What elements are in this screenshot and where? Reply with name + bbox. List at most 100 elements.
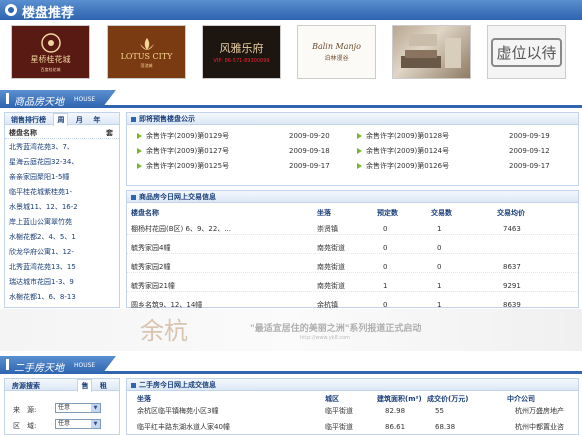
table-row: 余杭区临平镇梅苑小区3幢 临平街道 82.98 55 杭州万盛房地产 bbox=[127, 405, 578, 417]
rank-item-name[interactable]: 水景城11、12、16-2 bbox=[9, 203, 78, 211]
second-cell[interactable]: 临平红丰路东湖水道人家40幢 bbox=[137, 421, 230, 433]
second-trade-panel: 二手房今日网上成交信息 坐落 城区 建筑面积(m²) 成交价(万元) 中介公司 余杭区临平… bbox=[126, 378, 579, 435]
rank-item-name[interactable]: 北秀蓝湾花苑13、15 bbox=[9, 263, 76, 271]
logo-placeholder[interactable]: 虚位以待 bbox=[487, 25, 566, 79]
tab-sale[interactable]: 售 bbox=[77, 379, 93, 392]
house-icon bbox=[5, 4, 17, 16]
trade-cell: 8637 bbox=[503, 263, 521, 271]
rank-item[interactable]: 北秀蓝湾花苑13、15 bbox=[9, 261, 117, 273]
presale-item[interactable]: 余售许字(2009)第0126号 bbox=[357, 160, 449, 172]
trade-header-row: 楼盘名称 坐落 预定数 交易数 交易均价 bbox=[127, 207, 580, 219]
trade-cell: 7463 bbox=[503, 225, 521, 233]
rank-item[interactable]: 临平桂花城紫桂苑1- bbox=[9, 186, 117, 198]
rank-item[interactable]: 亲亲家园聚阳1-5幢 bbox=[9, 171, 117, 183]
presale-permit[interactable]: 余售许字(2009)第0129号 bbox=[146, 132, 229, 140]
arrow-right-icon bbox=[357, 163, 362, 169]
second-col-header: 城区 bbox=[325, 395, 339, 403]
banner-mark: 余杭 bbox=[140, 317, 188, 345]
search-title: 房源搜索 bbox=[12, 382, 40, 390]
chevron-down-icon: ▼ bbox=[91, 420, 100, 428]
trade-cell: 南苑街道 bbox=[317, 263, 345, 271]
second-cell: 杭州中都置业咨 bbox=[515, 423, 564, 431]
source-label: 来 源: bbox=[13, 406, 37, 414]
rank-item-name[interactable]: 星海云庭花园32-34、 bbox=[9, 158, 78, 166]
second-cell: 杭州万盛房地产 bbox=[515, 407, 564, 415]
second-cell: 68.38 bbox=[435, 423, 456, 431]
rank-item-name[interactable]: 亲亲家园聚阳1-5幢 bbox=[9, 173, 69, 181]
rank-item[interactable]: 水榭花都1、6、8-13 bbox=[9, 291, 117, 303]
lotus-icon bbox=[139, 37, 154, 50]
trade-col-header: 预定数 bbox=[377, 209, 398, 217]
source-select[interactable]: 任意 ▼ bbox=[55, 403, 101, 413]
presale-row: 余售许字(2009)第0127号 2009-09-18 余售许字(2009)第012… bbox=[127, 145, 580, 157]
rank-item-name[interactable]: 水榭花都2、4、5、1 bbox=[9, 233, 76, 241]
rank-item[interactable]: 瑞达城市花园1-3、9 bbox=[9, 276, 117, 288]
presale-permit[interactable]: 余售许字(2009)第0124号 bbox=[366, 147, 449, 155]
flower-emblem-icon bbox=[40, 32, 61, 53]
arrow-right-icon bbox=[137, 163, 142, 169]
trade-cell: 南苑街道 bbox=[317, 244, 345, 252]
table-row: 毓秀家园21幢 南苑街道 1 1 9291 bbox=[127, 280, 578, 292]
second-cell: 82.98 bbox=[385, 407, 406, 415]
trade-title: 商品房今日网上交易信息 bbox=[139, 193, 216, 201]
trade-cell: 0 bbox=[437, 263, 442, 271]
banner-slogan: "最适宜居住的美丽之洲"系列报道正式启动 bbox=[250, 324, 422, 334]
logo-interior-photo[interactable] bbox=[392, 25, 471, 79]
new-house-section-header: 商品房天地 HOUSE bbox=[0, 90, 582, 108]
rank-item-name[interactable]: 临平桂花城紫桂苑1- bbox=[9, 188, 72, 196]
col-units: 套 bbox=[106, 129, 113, 137]
rank-item-name[interactable]: 瑞达城市花园1-3、9 bbox=[9, 278, 74, 286]
logo-lotus-city[interactable]: LOTUS CITY 莲池城 bbox=[107, 25, 186, 79]
rank-item[interactable]: 水景城11、12、16-2 bbox=[9, 201, 117, 213]
presale-permit[interactable]: 余售许字(2009)第0126号 bbox=[366, 162, 449, 170]
featured-logos: 星桥桂花城 百度桂花城 LOTUS CITY 莲池城 风雅乐府 VIP: 86-… bbox=[0, 22, 582, 84]
logo-fengya[interactable]: 风雅乐府 VIP: 86-571-89300099 bbox=[202, 25, 281, 79]
rank-item[interactable]: 北秀蓝湾花苑3、7、 bbox=[9, 141, 117, 153]
second-col-header: 坐落 bbox=[137, 395, 151, 403]
promo-banner[interactable]: 余杭 "最适宜居住的美丽之洲"系列报道正式启动 http://www.yk8.c… bbox=[0, 309, 582, 351]
table-row: 毓秀家园4幢 南苑街道 0 0 bbox=[127, 242, 578, 254]
rank-item-name[interactable]: 北秀蓝湾花苑3、7、 bbox=[9, 143, 74, 151]
trade-panel: 商品房今日网上交易信息 楼盘名称 坐落 预定数 交易数 交易均价 棚杨村花园(B区) 6、… bbox=[126, 190, 580, 311]
presale-date: 2009-09-12 bbox=[509, 147, 550, 155]
rank-item[interactable]: 水榭花都2、4、5、1 bbox=[9, 231, 117, 243]
trade-col-header: 交易均价 bbox=[497, 209, 525, 217]
listing-search-panel: 房源搜索 售 租 来 源: 任意 ▼ 区 域: 任意 ▼ bbox=[4, 378, 120, 435]
presale-item[interactable]: 余售许字(2009)第0128号 bbox=[357, 130, 449, 142]
rank-item[interactable]: 岸上蓝山公寓翠竹苑 bbox=[9, 216, 117, 228]
presale-item[interactable]: 余售许字(2009)第0124号 bbox=[357, 145, 449, 157]
logo-xingqiao[interactable]: 星桥桂花城 百度桂花城 bbox=[11, 25, 90, 79]
presale-permit[interactable]: 余售许字(2009)第0127号 bbox=[146, 147, 229, 155]
trade-cell: 0 bbox=[383, 244, 388, 252]
second-cell[interactable]: 余杭区临平镇梅苑小区3幢 bbox=[137, 405, 218, 417]
area-label: 区 域: bbox=[13, 422, 37, 430]
tab-rent[interactable]: 租 bbox=[97, 380, 110, 392]
table-row: 棚杨村花园(B区) 6、9、22、... 崇贤镇 0 1 7463 bbox=[127, 223, 578, 235]
trade-cell[interactable]: 毓秀家园21幢 bbox=[131, 280, 175, 292]
area-select[interactable]: 任意 ▼ bbox=[55, 419, 101, 429]
presale-item[interactable]: 余售许字(2009)第0127号 bbox=[137, 145, 229, 157]
col-name: 楼盘名称 bbox=[9, 129, 37, 137]
rank-item-name[interactable]: 水榭花都1、6、8-13 bbox=[9, 293, 76, 301]
featured-title: 楼盘推荐 bbox=[22, 6, 75, 21]
logo-balin[interactable]: Balin Manjo 泊林漫谷 bbox=[297, 25, 376, 79]
second-col-header: 成交价(万元) bbox=[427, 395, 469, 403]
rank-item-name[interactable]: 岸上蓝山公寓翠竹苑 bbox=[9, 218, 72, 226]
presale-item[interactable]: 余售许字(2009)第0129号 bbox=[137, 130, 229, 142]
trade-cell[interactable]: 毓秀家园4幢 bbox=[131, 242, 170, 254]
trade-cell[interactable]: 棚杨村花园(B区) 6、9、22、... bbox=[131, 223, 231, 235]
chevron-down-icon: ▼ bbox=[91, 404, 100, 412]
arrow-right-icon bbox=[137, 148, 142, 154]
trade-col-header: 坐落 bbox=[317, 209, 331, 217]
presale-permit[interactable]: 余售许字(2009)第0128号 bbox=[366, 132, 449, 140]
presale-item[interactable]: 余售许字(2009)第0125号 bbox=[137, 160, 229, 172]
trade-cell[interactable]: 毓秀家园2幢 bbox=[131, 261, 170, 273]
rank-item-name[interactable]: 欣龙华府公寓1、12- bbox=[9, 248, 74, 256]
trade-cell: 1 bbox=[437, 282, 442, 290]
presale-panel: 即将预售楼盘公示 余售许字(2009)第0129号 2009-09-20 余售许字(… bbox=[126, 112, 579, 186]
sales-rank-panel: 销售排行榜 周 月 年 楼盘名称 套 北秀蓝湾花苑3、7、 星海云庭花园32-34… bbox=[4, 112, 120, 308]
rank-item[interactable]: 欣龙华府公寓1、12- bbox=[9, 246, 117, 258]
rank-item[interactable]: 星海云庭花园32-34、 bbox=[9, 156, 117, 168]
presale-permit[interactable]: 余售许字(2009)第0125号 bbox=[146, 162, 229, 170]
trade-col-header: 交易数 bbox=[431, 209, 452, 217]
